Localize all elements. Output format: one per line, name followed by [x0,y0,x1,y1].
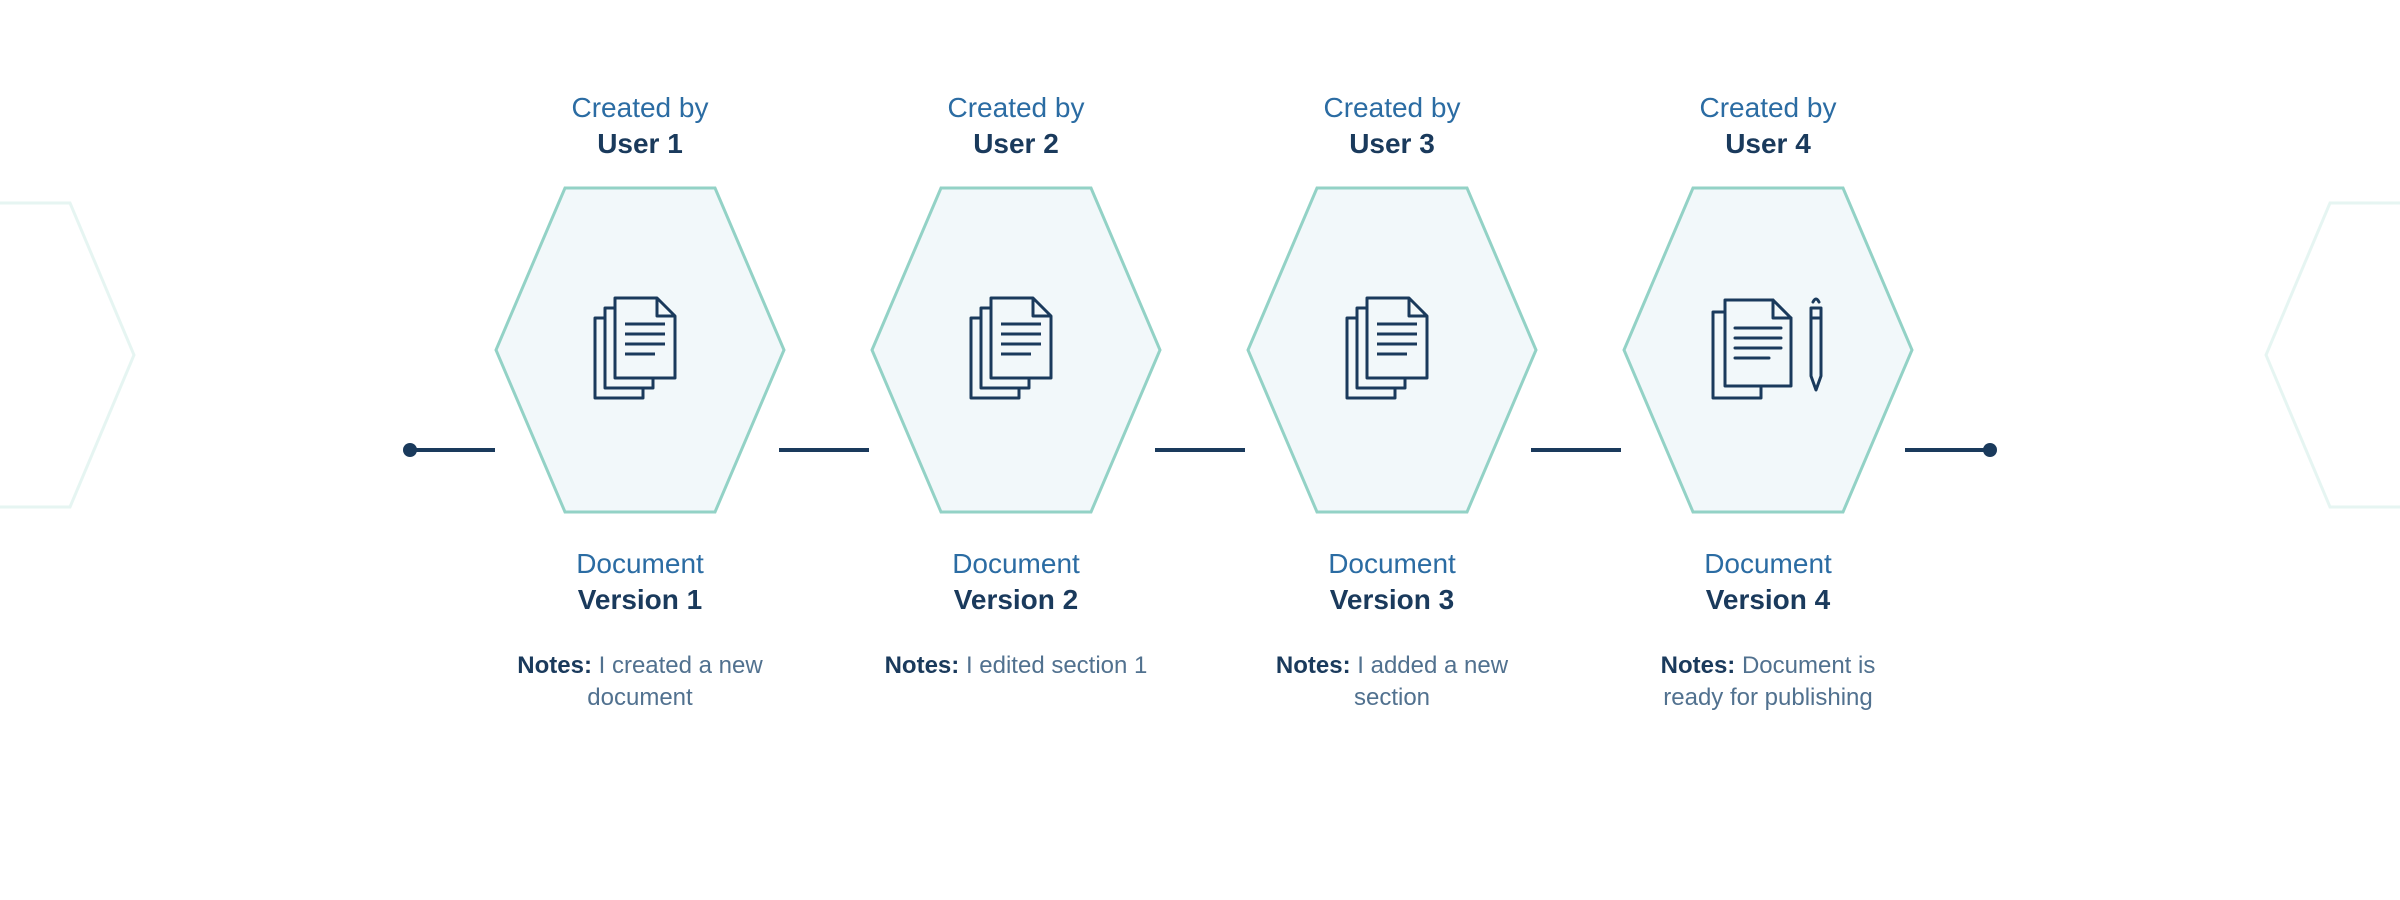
document-stack-icon [1337,290,1447,410]
version-text: Version 1 [490,584,790,616]
hexagon [1242,180,1542,520]
notes-text: I added a new section [1354,652,1508,711]
version-text: Version 4 [1618,584,1918,616]
version-node: Created by User 4 [1618,92,1918,715]
user-name: User 4 [1618,128,1918,160]
version-node: Created by User 3 Documen [1242,92,1542,715]
document-text: Document [1242,548,1542,580]
user-name: User 2 [866,128,1166,160]
created-by-text: Created by [866,92,1166,124]
document-stack-icon [585,290,695,410]
user-name: User 1 [490,128,790,160]
version-node: Created by User 1 Documen [490,92,790,715]
document-stack-icon [961,290,1071,410]
timeline-segment [410,448,495,452]
version-notes: Notes: I created a new document [490,650,790,715]
created-by-label: Created by User 1 [490,92,790,160]
version-text: Version 2 [866,584,1166,616]
created-by-label: Created by User 4 [1618,92,1918,160]
version-notes: Notes: Document is ready for publishing [1618,650,1918,715]
hexagon [490,180,790,520]
notes-label: Notes: [517,652,592,679]
document-text: Document [866,548,1166,580]
document-version-label: Document Version 4 [1618,548,1918,616]
ghost-hexagon-right [2260,195,2400,515]
version-timeline-diagram: Created by User 1 Documen [0,0,2400,900]
version-notes: Notes: I added a new section [1242,650,1542,715]
document-version-label: Document Version 3 [1242,548,1542,616]
timeline-segment [1531,448,1621,452]
document-version-label: Document Version 2 [866,548,1166,616]
document-version-label: Document Version 1 [490,548,790,616]
timeline-segment [779,448,869,452]
document-text: Document [490,548,790,580]
created-by-text: Created by [490,92,790,124]
hexagon [866,180,1166,520]
document-text: Document [1618,548,1918,580]
document-pen-icon [1703,290,1833,410]
hexagon [1618,180,1918,520]
ghost-hexagon-left [0,195,140,515]
version-node: Created by User 2 Documen [866,92,1166,682]
timeline-segment [1155,448,1245,452]
notes-text: I created a new document [587,652,762,711]
notes-label: Notes: [1661,652,1736,679]
user-name: User 3 [1242,128,1542,160]
version-notes: Notes: I edited section 1 [866,650,1166,682]
notes-label: Notes: [1276,652,1351,679]
version-text: Version 3 [1242,584,1542,616]
created-by-text: Created by [1618,92,1918,124]
notes-label: Notes: [885,652,960,679]
timeline-end-dot [1983,443,1997,457]
created-by-label: Created by User 3 [1242,92,1542,160]
notes-text: I edited section 1 [966,652,1147,679]
created-by-label: Created by User 2 [866,92,1166,160]
created-by-text: Created by [1242,92,1542,124]
